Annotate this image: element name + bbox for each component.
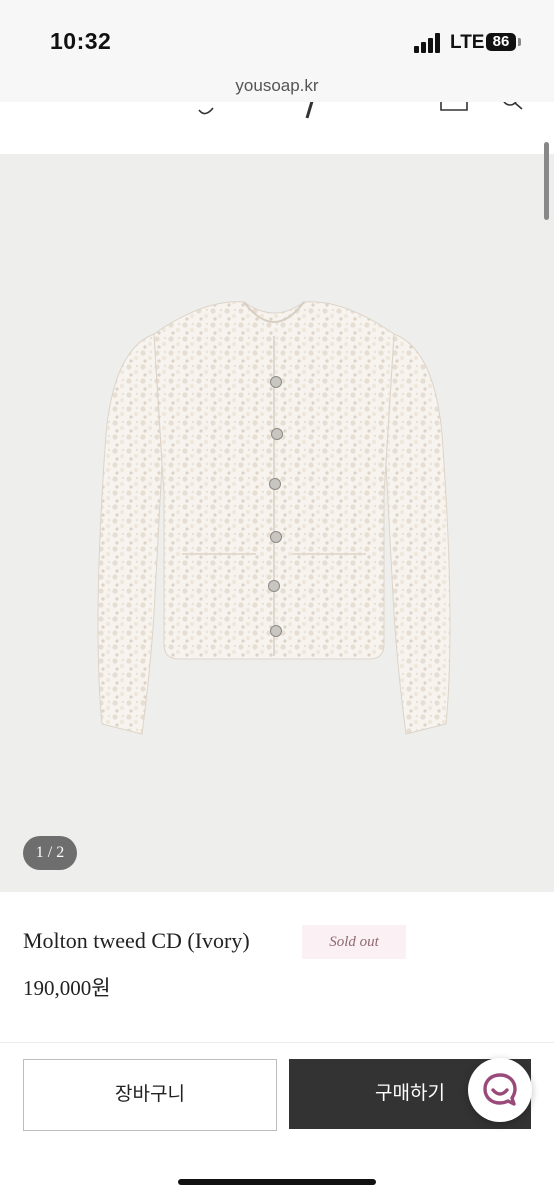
search-icon[interactable] bbox=[500, 102, 528, 116]
sold-out-badge: Sold out bbox=[302, 925, 406, 959]
product-info: Molton tweed CD (Ivory) Sold out 190,000… bbox=[0, 892, 554, 1042]
add-to-cart-button[interactable]: 장바구니 bbox=[23, 1059, 277, 1131]
status-bar: 10:32 LTE 86 bbox=[0, 0, 554, 70]
scrollbar[interactable] bbox=[544, 142, 549, 220]
chat-button[interactable] bbox=[468, 1058, 532, 1122]
chat-icon bbox=[483, 1073, 517, 1106]
battery-icon: 86 bbox=[486, 33, 516, 51]
status-time: 10:32 bbox=[50, 28, 112, 54]
battery-tip bbox=[518, 38, 521, 46]
site-header bbox=[0, 102, 554, 154]
url-bar[interactable]: yousoap.kr bbox=[0, 70, 554, 103]
home-indicator bbox=[178, 1179, 376, 1185]
network-label: LTE bbox=[450, 32, 485, 53]
image-pager: 1 / 2 bbox=[23, 836, 77, 870]
signal-icon bbox=[414, 33, 440, 53]
action-bar: 장바구니 구매하기 bbox=[0, 1042, 554, 1201]
bag-icon[interactable] bbox=[438, 102, 470, 118]
product-gallery[interactable]: 1 / 2 bbox=[0, 154, 554, 892]
product-image[interactable] bbox=[84, 294, 464, 764]
logo-icon[interactable] bbox=[195, 102, 335, 122]
product-price: 190,000원 bbox=[23, 976, 111, 1000]
product-name: Molton tweed CD (Ivory) bbox=[23, 928, 250, 953]
url-text: yousoap.kr bbox=[235, 76, 319, 95]
